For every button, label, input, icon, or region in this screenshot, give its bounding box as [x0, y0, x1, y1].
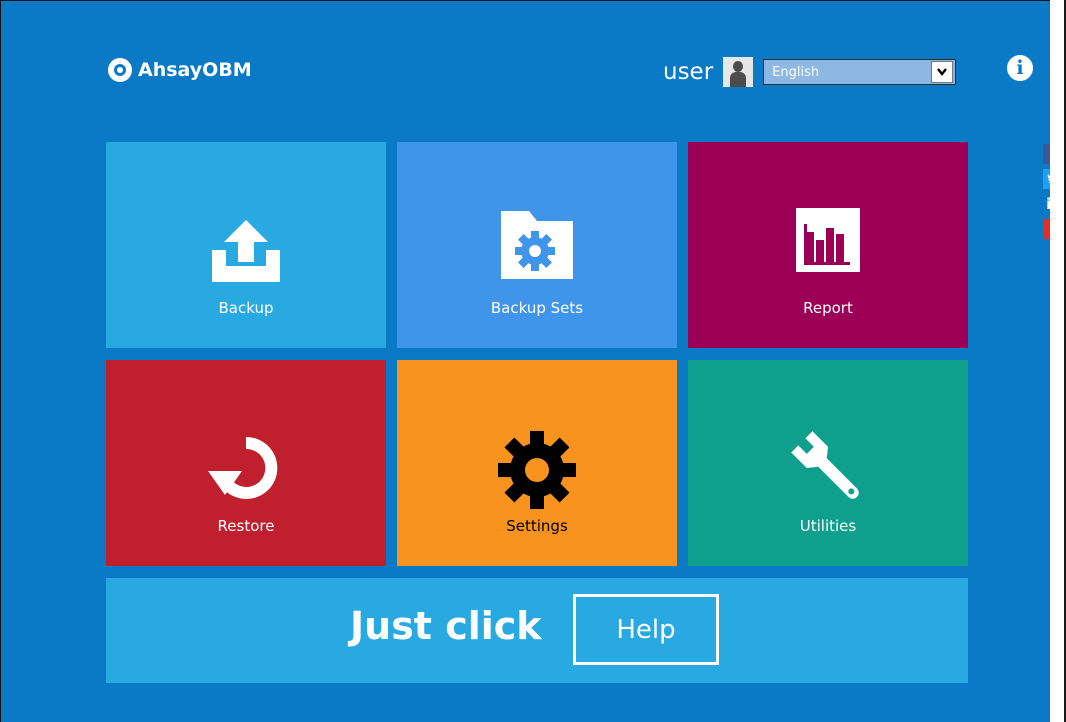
tile-report-label: Report [803, 299, 853, 317]
tile-restore-label: Restore [217, 517, 275, 535]
app-window: AhsayOBM user English i Backup Backup Se… [0, 0, 1066, 722]
wrench-icon [789, 431, 867, 509]
bar-chart-icon [796, 208, 860, 276]
tile-backup-label: Backup [218, 299, 274, 317]
logo-text: AhsayOBM [138, 59, 252, 81]
info-icon[interactable]: i [1007, 55, 1033, 81]
folder-gear-icon [499, 211, 575, 283]
restore-icon [208, 436, 284, 503]
tile-settings[interactable]: Settings [397, 360, 677, 566]
help-bar: Just click Help [106, 578, 968, 683]
user-area: user English [663, 57, 957, 87]
logo-icon [108, 58, 132, 82]
tile-backup[interactable]: Backup [106, 142, 386, 348]
upload-icon [210, 220, 282, 286]
tile-settings-label: Settings [506, 517, 568, 535]
tile-utilities-label: Utilities [799, 517, 857, 535]
tile-utilities[interactable]: Utilities [688, 360, 968, 566]
language-select-value: English [772, 64, 820, 80]
chevron-down-icon[interactable] [931, 61, 954, 83]
tile-report[interactable]: Report [688, 142, 968, 348]
gear-icon [498, 431, 576, 513]
tile-backup-sets-label: Backup Sets [490, 299, 584, 317]
help-prefix-text: Just click [350, 604, 542, 648]
logo: AhsayOBM [108, 58, 252, 82]
tile-backup-sets[interactable]: Backup Sets [397, 142, 677, 348]
tile-restore[interactable]: Restore [106, 360, 386, 566]
username: user [663, 59, 714, 85]
language-select[interactable]: English [763, 59, 957, 85]
help-button[interactable]: Help [573, 594, 719, 665]
header: AhsayOBM user English i [1, 1, 1066, 121]
avatar-icon[interactable] [723, 57, 754, 87]
